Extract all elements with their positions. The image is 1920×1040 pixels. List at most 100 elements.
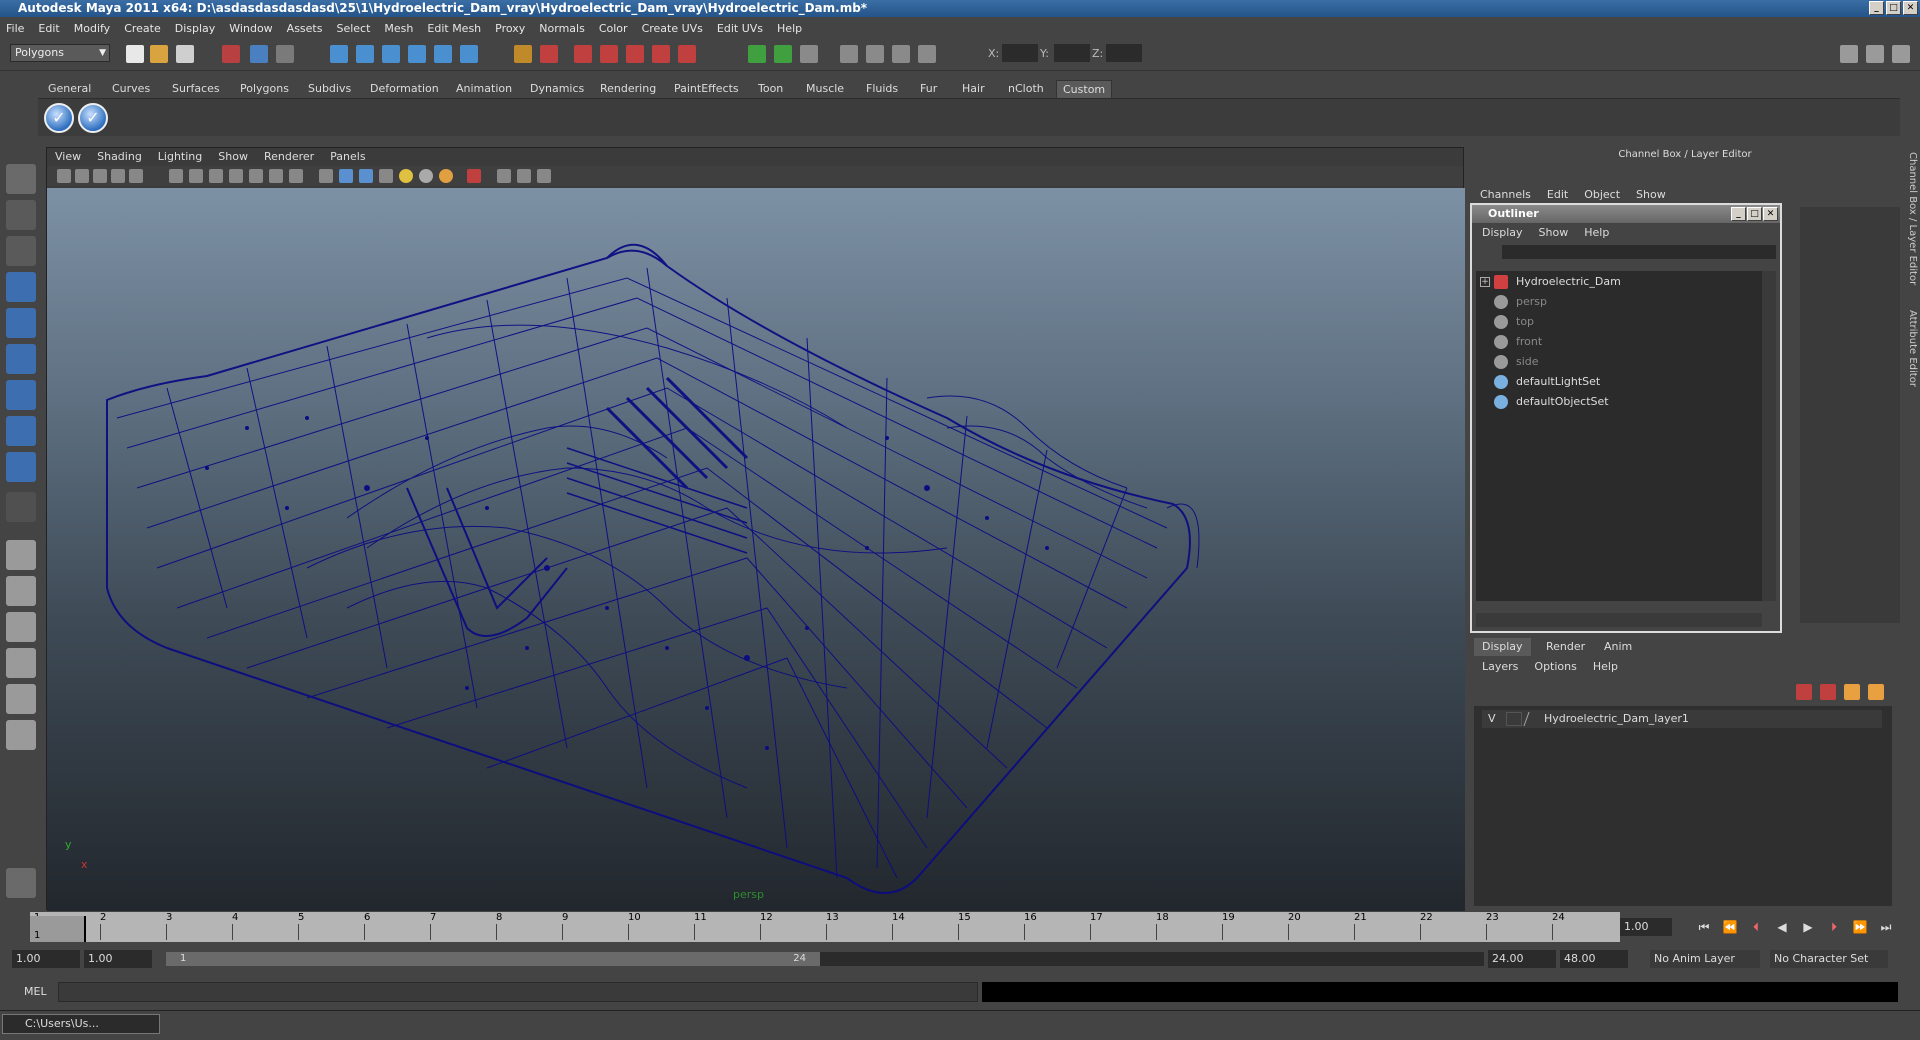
history-icon[interactable] — [460, 45, 478, 63]
tab-general[interactable]: General — [42, 80, 97, 98]
select-tool-icon[interactable] — [6, 164, 36, 194]
sidebar-toggle-icon[interactable] — [748, 45, 766, 63]
menu-select[interactable]: Select — [336, 22, 370, 35]
menuset-dropdown[interactable]: Polygons ▼ — [10, 44, 110, 62]
outliner-icon[interactable] — [892, 45, 910, 63]
render-frame-icon[interactable] — [574, 45, 592, 63]
outliner-horizontal-scrollbar[interactable] — [1476, 613, 1762, 627]
menu-edit-mesh[interactable]: Edit Mesh — [427, 22, 481, 35]
layer-move-down-icon[interactable] — [1868, 684, 1884, 700]
command-input[interactable] — [58, 982, 978, 1002]
tab-display[interactable]: Display — [1474, 638, 1531, 656]
tab-anim[interactable]: Anim — [1596, 638, 1640, 656]
safe-title-icon[interactable] — [289, 169, 303, 183]
menu-window[interactable]: Window — [229, 22, 272, 35]
menu-modify[interactable]: Modify — [74, 22, 110, 35]
make-live-icon[interactable] — [434, 45, 452, 63]
layer-menu-help[interactable]: Help — [1593, 660, 1618, 673]
layout-outliner-icon[interactable] — [6, 612, 36, 642]
show-manip-icon[interactable] — [6, 452, 36, 482]
menu-create-uvs[interactable]: Create UVs — [642, 22, 703, 35]
move-tool-icon[interactable] — [6, 272, 36, 302]
list-item[interactable]: Hydroelectric_Dam — [1494, 273, 1621, 291]
new-layer-icon[interactable] — [1820, 684, 1836, 700]
resolution-gate-icon[interactable] — [209, 169, 223, 183]
channel-toggle-icon[interactable] — [774, 45, 792, 63]
input-lock-icon[interactable] — [514, 45, 532, 63]
hq-rendering-icon[interactable] — [439, 169, 453, 183]
menu-edit-uvs[interactable]: Edit UVs — [717, 22, 763, 35]
xray-joints-icon[interactable] — [517, 169, 531, 183]
bookmark-icon[interactable] — [75, 169, 89, 183]
list-item[interactable]: defaultObjectSet — [1494, 393, 1609, 411]
2d-pan-icon[interactable] — [111, 169, 125, 183]
hypershade-icon[interactable] — [652, 45, 670, 63]
layer-color-swatch[interactable] — [1523, 712, 1541, 726]
character-set-dropdown[interactable]: No Character Set — [1770, 950, 1888, 968]
menu-normals[interactable]: Normals — [539, 22, 585, 35]
tab-fluids[interactable]: Fluids — [860, 80, 904, 98]
paint-select-icon[interactable] — [6, 236, 36, 266]
outliner-menu-display[interactable]: Display — [1482, 223, 1523, 243]
layout-icon[interactable] — [1840, 45, 1858, 63]
time-slider-bar[interactable]: 1 2 3 4 5 6 7 8 9 10 11 12 13 14 15 16 1… — [30, 912, 1620, 942]
viewport-scene[interactable]: y x persp — [47, 188, 1465, 911]
tab-subdivs[interactable]: Subdivs — [302, 80, 357, 98]
construction-history-icon[interactable] — [540, 45, 558, 63]
current-frame-field[interactable]: 1.00 — [1620, 918, 1672, 936]
outliner-close-button[interactable]: ✕ — [1763, 207, 1778, 221]
universal-manip-icon[interactable] — [6, 380, 36, 410]
layout-single-icon[interactable] — [6, 540, 36, 570]
menu-help[interactable]: Help — [777, 22, 802, 35]
step-back-frame-icon[interactable]: ⏴ — [1746, 918, 1766, 936]
go-to-start-icon[interactable]: ⏮ — [1694, 918, 1714, 936]
cb-menu-object[interactable]: Object — [1584, 188, 1620, 201]
snap-view-plane-icon[interactable] — [408, 45, 426, 63]
list-item[interactable]: defaultLightSet — [1494, 373, 1600, 391]
xray-icon[interactable] — [497, 169, 511, 183]
shelf-check-icon-1[interactable]: ✓ — [44, 103, 74, 133]
layout-trax-icon[interactable] — [6, 720, 36, 750]
snap-curve-icon[interactable] — [356, 45, 374, 63]
outliner-menu-help[interactable]: Help — [1584, 223, 1609, 243]
menu-file[interactable]: File — [6, 22, 24, 35]
range-slider-track[interactable]: 1 24 — [166, 952, 1484, 966]
vp-menu-shading[interactable]: Shading — [97, 148, 142, 166]
transform-mode-icon[interactable] — [918, 45, 936, 63]
minimized-window[interactable]: C:\Users\Us... — [2, 1014, 160, 1034]
tab-animation[interactable]: Animation — [450, 80, 518, 98]
menu-assets[interactable]: Assets — [287, 22, 323, 35]
close-button[interactable]: ✕ — [1903, 1, 1918, 15]
safe-action-icon[interactable] — [269, 169, 283, 183]
wireframe-icon[interactable] — [319, 169, 333, 183]
layout-hypergraph-icon[interactable] — [6, 684, 36, 714]
select-object-icon[interactable] — [250, 45, 268, 63]
animation-end-field[interactable]: 48.00 — [1560, 950, 1628, 968]
select-component-icon[interactable] — [276, 45, 294, 63]
anim-layer-dropdown[interactable]: No Anim Layer — [1650, 950, 1760, 968]
tab-curves[interactable]: Curves — [106, 80, 156, 98]
tab-render[interactable]: Render — [1538, 638, 1593, 656]
tool-settings-icon[interactable] — [840, 45, 858, 63]
maximize-button[interactable]: □ — [1886, 1, 1901, 15]
use-all-lights-icon[interactable] — [399, 169, 413, 183]
snap-grid-icon[interactable] — [330, 45, 348, 63]
save-scene-icon[interactable] — [176, 45, 194, 63]
rotate-tool-icon[interactable] — [6, 308, 36, 338]
outliner-maximize-button[interactable]: □ — [1747, 207, 1762, 221]
step-forward-key-icon[interactable]: ⏩ — [1850, 918, 1870, 936]
render-settings-icon[interactable] — [626, 45, 644, 63]
play-backwards-icon[interactable]: ◀ — [1772, 918, 1792, 936]
list-item[interactable]: side — [1494, 353, 1539, 371]
outliner-vertical-scrollbar[interactable] — [1762, 271, 1776, 601]
ipr-render-icon[interactable] — [600, 45, 618, 63]
tab-painteffects[interactable]: PaintEffects — [668, 80, 745, 98]
attribute-toggle-icon[interactable] — [800, 45, 818, 63]
layer-menu-layers[interactable]: Layers — [1482, 660, 1518, 673]
cb-menu-edit[interactable]: Edit — [1547, 188, 1568, 201]
run-script-icon[interactable] — [6, 868, 36, 898]
layer-row[interactable]: V Hydroelectric_Dam_layer1 — [1482, 710, 1882, 728]
camera-attributes-icon[interactable] — [57, 169, 71, 183]
go-to-end-icon[interactable]: ⏭ — [1876, 918, 1896, 936]
tab-surfaces[interactable]: Surfaces — [166, 80, 226, 98]
